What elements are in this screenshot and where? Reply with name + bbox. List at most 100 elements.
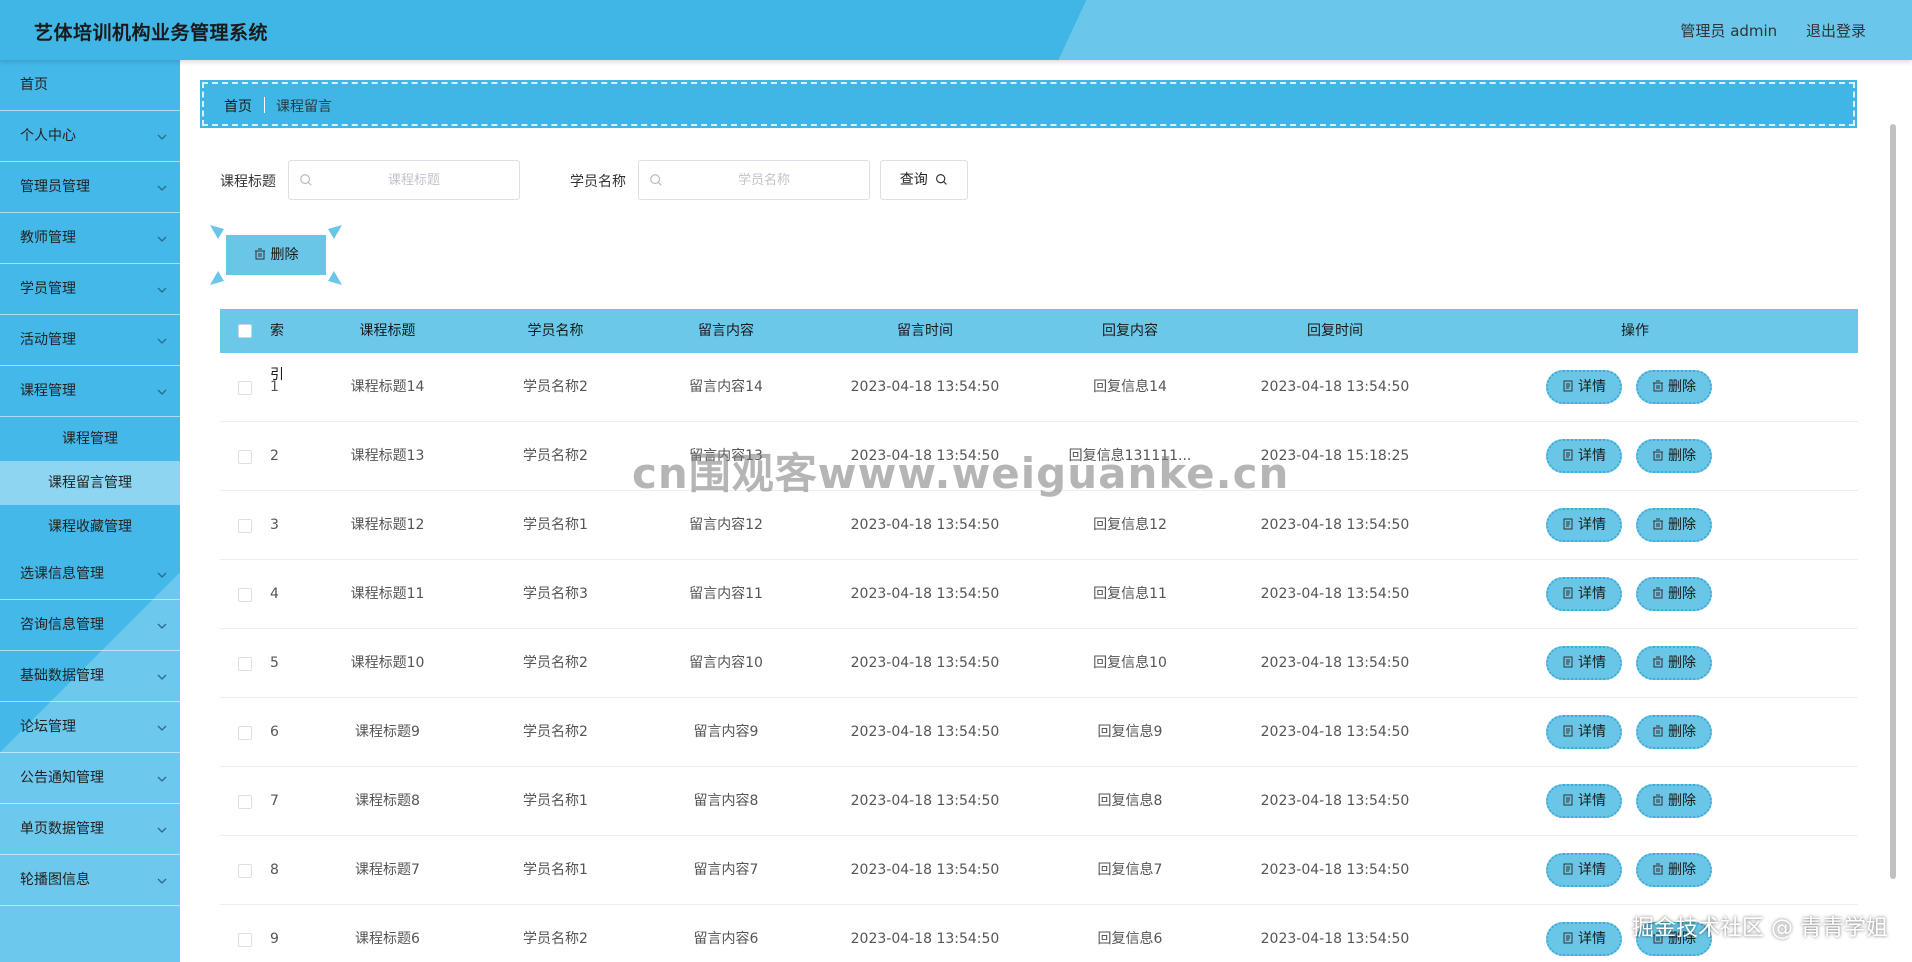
cell-reply: 回复信息11 [1093,586,1167,602]
detail-button-label: 详情 [1578,586,1606,602]
cell-index: 9 [270,931,279,947]
course-title-field[interactable] [288,160,520,200]
chevron-down-icon [156,855,168,906]
delete-button-label: 删除 [1668,448,1696,464]
detail-button[interactable]: 详情 [1546,646,1622,680]
delete-button[interactable]: 删除 [1636,439,1712,473]
sidebar-item-label: 活动管理 [20,332,76,348]
cell-index: 5 [270,655,279,671]
detail-button[interactable]: 详情 [1546,577,1622,611]
breadcrumb-current: 课程留言 [276,99,332,115]
course-title-input[interactable] [319,161,509,199]
row-checkbox[interactable] [238,519,252,533]
cell-index: 7 [270,793,279,809]
sidebar-subitem[interactable]: 课程留言管理 [0,461,180,505]
delete-button[interactable]: 删除 [1636,370,1712,404]
sidebar-item[interactable]: 教师管理 [0,213,180,264]
delete-button[interactable]: 删除 [1636,508,1712,542]
column-header: 回复内容 [1102,323,1158,339]
trash-icon [1652,586,1668,602]
cell-content: 留言内容12 [689,517,763,533]
table-header: 索引 课程标题 学员名称 留言内容 留言时间 回复内容 回复时间 操作 [220,309,1858,383]
document-icon [1562,655,1578,671]
delete-button-label: 删除 [1668,655,1696,671]
current-user[interactable]: 管理员 admin [1680,22,1777,40]
detail-button[interactable]: 详情 [1546,853,1622,887]
detail-button[interactable]: 详情 [1546,439,1622,473]
row-checkbox[interactable] [238,933,252,947]
sidebar-item[interactable]: 基础数据管理 [0,651,180,702]
select-all-checkbox[interactable] [238,324,252,338]
chevron-down-icon [156,600,168,651]
cell-title: 课程标题14 [350,379,425,395]
row-checkbox[interactable] [238,381,252,395]
chevron-down-icon [156,702,168,753]
sidebar-item-label: 教师管理 [20,230,76,246]
cell-time: 2023-04-18 13:54:50 [850,655,1000,671]
sidebar-item[interactable]: 轮播图信息 [0,855,180,906]
detail-button[interactable]: 详情 [1546,715,1622,749]
sidebar: 首页 个人中心 管理员管理 教师管理 学员管理 活动管理 课程管理 课程管理 课程留言管理 课程收… [0,60,180,962]
sidebar-item[interactable]: 论坛管理 [0,702,180,753]
sidebar-item[interactable]: 活动管理 [0,315,180,366]
row-checkbox[interactable] [238,726,252,740]
sidebar-item[interactable]: 个人中心 [0,111,180,162]
row-checkbox[interactable] [238,450,252,464]
sidebar-item[interactable]: 首页 [0,60,180,111]
detail-button[interactable]: 详情 [1546,784,1622,818]
detail-button[interactable]: 详情 [1546,370,1622,404]
chevron-down-icon [156,549,168,600]
column-header: 留言时间 [897,323,953,339]
detail-button-label: 详情 [1578,655,1606,671]
trash-icon [1652,655,1668,671]
row-checkbox[interactable] [238,657,252,671]
delete-button[interactable]: 删除 [1636,853,1712,887]
cell-student: 学员名称2 [523,379,588,395]
sidebar-subitem[interactable]: 课程收藏管理 [0,505,180,549]
delete-button[interactable]: 删除 [1636,715,1712,749]
detail-button-label: 详情 [1578,862,1606,878]
trash-icon [1652,724,1668,740]
cell-reply: 回复信息14 [1093,379,1167,395]
messages-table: 索引 课程标题 学员名称 留言内容 留言时间 回复内容 回复时间 操作 1 课程标题14 学员名称… [220,309,1858,962]
sidebar-item[interactable]: 管理员管理 [0,162,180,213]
corner-watermark: 掘金技术社区 @ 青青学姐 [1632,916,1888,941]
sidebar-item-label: 管理员管理 [20,179,90,195]
row-checkbox[interactable] [238,588,252,602]
main-content: 首页 课程留言 课程标题 学员名称 查询 删除 索引课程标题学员名称留言内容留言… [180,60,1900,962]
trash-icon [1652,862,1668,878]
vertical-scrollbar[interactable] [1890,124,1896,879]
student-name-field[interactable] [638,160,870,200]
document-icon [1562,724,1578,740]
sidebar-item-label: 基础数据管理 [20,668,104,684]
sidebar-item[interactable]: 课程管理 [0,366,180,417]
detail-button-label: 详情 [1578,793,1606,809]
student-name-input[interactable] [669,161,859,199]
logout-link[interactable]: 退出登录 [1806,22,1866,40]
sidebar-item[interactable]: 公告通知管理 [0,753,180,804]
delete-button[interactable]: 删除 [1636,784,1712,818]
chevron-down-icon [156,315,168,366]
sidebar-item[interactable]: 学员管理 [0,264,180,315]
cell-reply: 回复信息6 [1097,931,1163,947]
row-checkbox[interactable] [238,795,252,809]
sidebar-subitem[interactable]: 课程管理 [0,417,180,461]
cell-reply: 回复信息7 [1097,862,1163,878]
row-checkbox[interactable] [238,864,252,878]
sidebar-item[interactable]: 选课信息管理 [0,549,180,600]
sidebar-item-label: 个人中心 [20,128,76,144]
chevron-down-icon [156,162,168,213]
query-button[interactable]: 查询 [880,160,968,200]
sidebar-item[interactable]: 单页数据管理 [0,804,180,855]
detail-button-label: 详情 [1578,931,1606,947]
detail-button[interactable]: 详情 [1546,508,1622,542]
detail-button[interactable]: 详情 [1546,922,1622,956]
breadcrumb-home[interactable]: 首页 [224,96,252,116]
delete-button[interactable]: 删除 [1636,646,1712,680]
delete-button[interactable]: 删除 [1636,577,1712,611]
detail-button-label: 详情 [1578,379,1606,395]
cell-student: 学员名称1 [523,793,588,809]
sidebar-item[interactable]: 咨询信息管理 [0,600,180,651]
document-icon [1562,862,1578,878]
batch-delete-button[interactable]: 删除 [210,225,342,285]
